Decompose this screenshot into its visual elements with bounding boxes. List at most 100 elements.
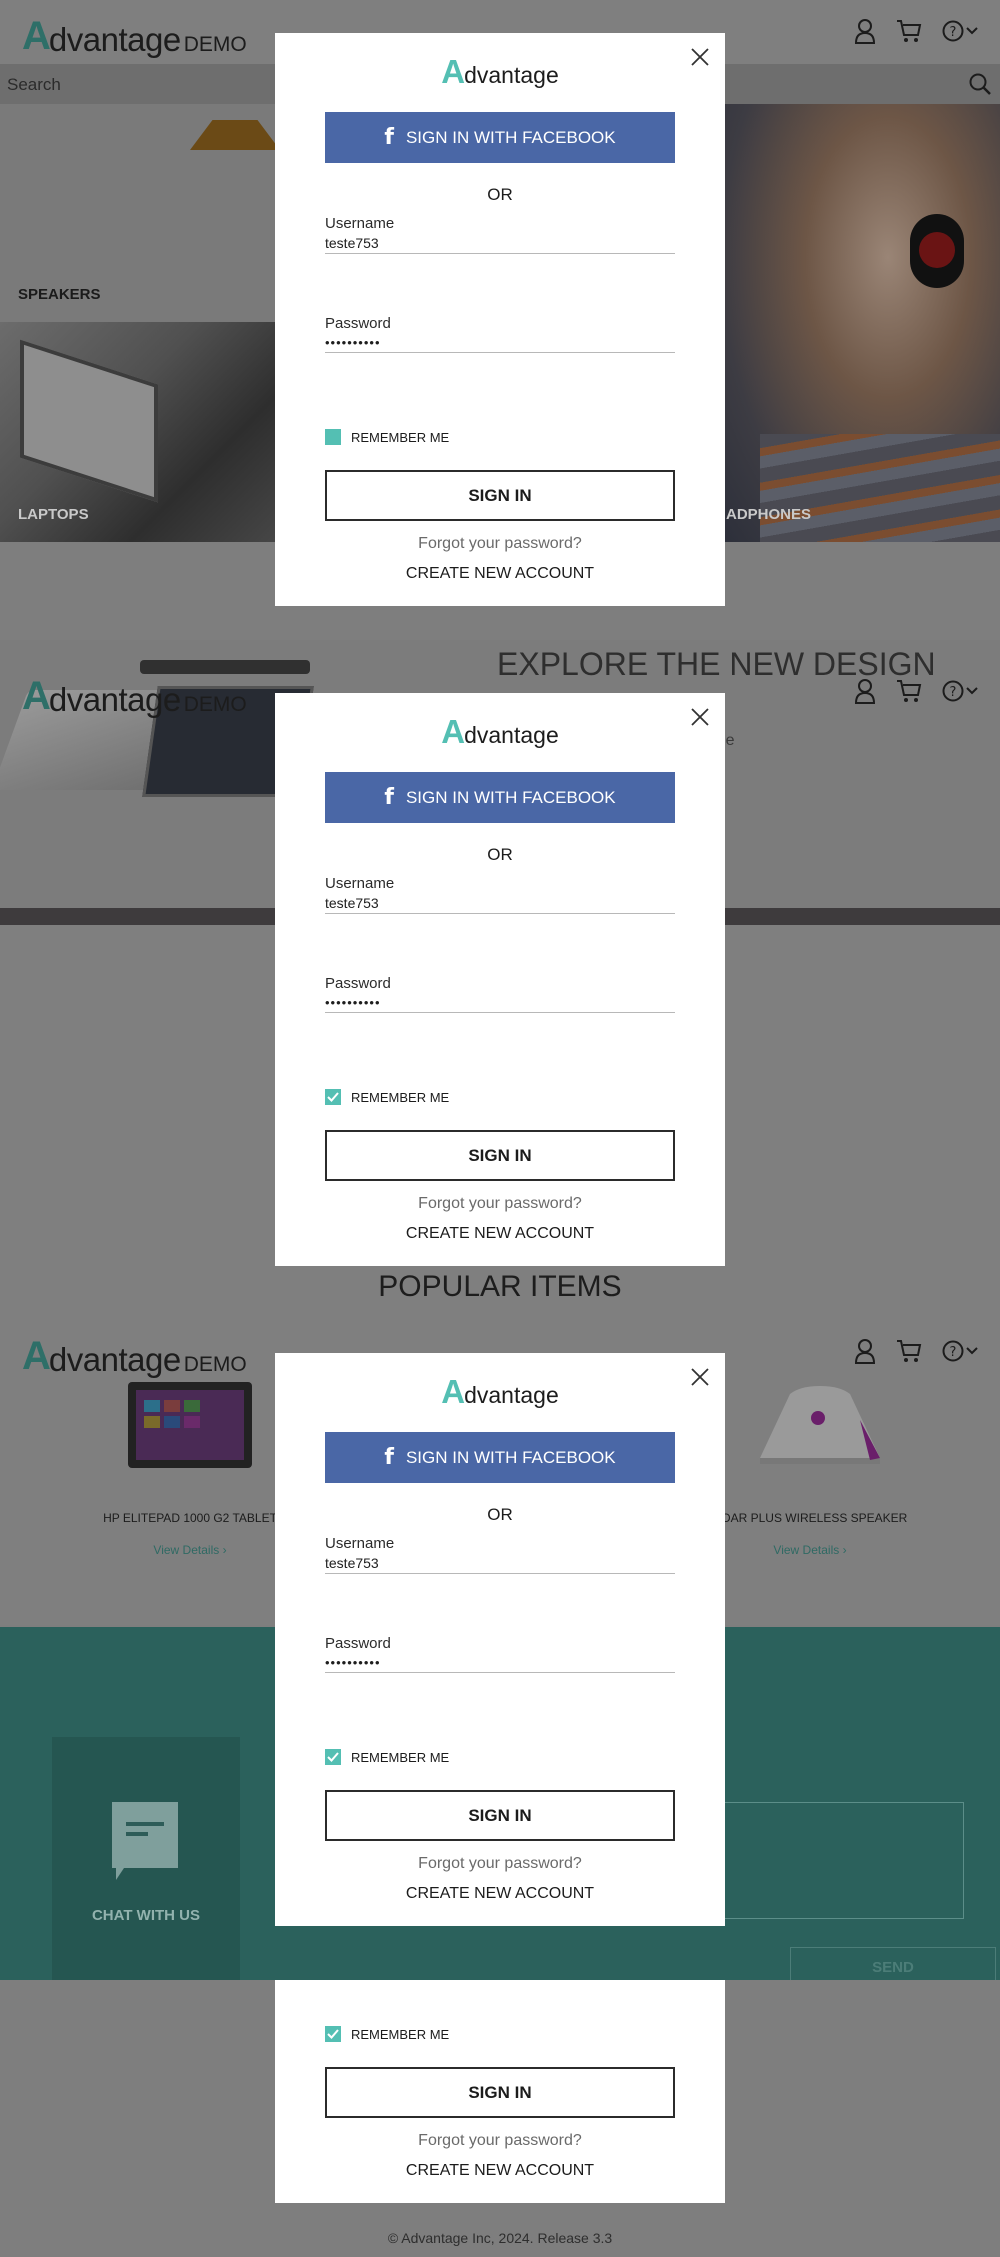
close-icon[interactable] [689, 46, 711, 68]
category-laptops[interactable]: LAPTOPS [18, 506, 89, 523]
remember-me-checkbox[interactable]: REMEMBER ME [325, 2026, 449, 2042]
create-account-link[interactable]: CREATE NEW ACCOUNT [275, 565, 725, 583]
username-input[interactable]: teste753 [325, 1555, 675, 1573]
modal-logo-mark: A [441, 1373, 466, 1410]
popular-items-title: POPULAR ITEMS [378, 1270, 622, 1303]
username-input[interactable]: teste753 [325, 895, 675, 913]
lamp-image [190, 120, 280, 150]
username-field[interactable]: Username teste753 [325, 215, 675, 254]
product-card[interactable]: ROAR PLUS WIRELESS SPEAKER View Details … [700, 1380, 920, 1557]
or-divider: OR [487, 185, 513, 204]
user-icon[interactable] [854, 18, 876, 44]
category-speakers[interactable]: SPEAKERS [18, 286, 101, 303]
product-card[interactable]: HP ELITEPAD 1000 G2 TABLET View Details … [80, 1380, 300, 1557]
checkbox-checked-icon[interactable] [325, 2026, 341, 2042]
category-headphones[interactable]: ADPHONES [726, 506, 811, 523]
password-field[interactable]: Password •••••••••• [325, 315, 675, 353]
facebook-signin-button[interactable]: f SIGN IN WITH FACEBOOK [325, 1432, 675, 1483]
close-icon[interactable] [689, 706, 711, 728]
remember-me-checkbox[interactable]: REMEMBER ME [325, 1089, 449, 1105]
tablet-image [128, 1382, 252, 1468]
logo[interactable]: Advantage DEMO [22, 8, 247, 56]
svg-text:?: ? [950, 1345, 957, 1360]
password-field[interactable]: Password •••••••••• [325, 1635, 675, 1673]
modal-logo-mark: A [441, 713, 466, 750]
speaker-image [760, 1386, 880, 1464]
checkbox-checked-icon[interactable] [325, 1089, 341, 1105]
sign-in-button[interactable]: SIGN IN [325, 1130, 675, 1181]
username-label: Username [325, 215, 395, 232]
username-field[interactable]: Username teste753 [325, 875, 675, 914]
remember-label: REMEMBER ME [351, 2026, 450, 2042]
chevron-down-icon [966, 27, 978, 35]
remember-label: REMEMBER ME [351, 1749, 450, 1765]
checkbox-unchecked[interactable] [325, 429, 341, 445]
forgot-password-link[interactable]: Forgot your password? [275, 535, 725, 553]
search-input[interactable]: Search [7, 75, 61, 95]
user-icon[interactable] [854, 678, 876, 704]
product-name[interactable]: HP ELITEPAD 1000 G2 TABLET [80, 1511, 300, 1525]
sign-in-button[interactable]: SIGN IN [325, 470, 675, 521]
logo-demo: DEMO [183, 1353, 247, 1376]
login-modal: Advantage f SIGN IN WITH FACEBOOK OR User… [275, 1353, 725, 1926]
logo-text: dvantage [48, 21, 181, 58]
chat-with-us[interactable]: CHAT WITH US [52, 1737, 240, 1980]
password-input[interactable]: •••••••••• [325, 335, 675, 352]
create-account-link[interactable]: CREATE NEW ACCOUNT [275, 1225, 725, 1243]
view-details-link[interactable]: View Details › [80, 1543, 300, 1557]
remember-me-checkbox[interactable]: REMEMBER ME [325, 429, 449, 445]
modal-logo: Advantage [275, 1375, 725, 1408]
search-icon[interactable] [968, 72, 992, 96]
facebook-icon: f [384, 125, 394, 150]
forgot-password-link[interactable]: Forgot your password? [275, 2132, 725, 2150]
help-icon: ? [942, 680, 964, 702]
chevron-down-icon [966, 687, 978, 695]
facebook-icon: f [384, 785, 394, 810]
close-icon[interactable] [689, 1366, 711, 1388]
cart-icon[interactable] [896, 19, 922, 43]
login-modal-fragment: REMEMBER ME SIGN IN Forgot your password… [275, 1980, 725, 2203]
page: Advantage DEMO ? Search SPEAKERS LAPTOPS … [0, 0, 1000, 2257]
chat-label: CHAT WITH US [91, 1907, 201, 1924]
forgot-password-link[interactable]: Forgot your password? [275, 1195, 725, 1213]
view-details-label: View Details [153, 1543, 220, 1557]
contact-message-field[interactable] [722, 1802, 964, 1919]
password-input[interactable]: •••••••••• [325, 1655, 675, 1672]
user-icon[interactable] [854, 1338, 876, 1364]
facebook-signin-button[interactable]: f SIGN IN WITH FACEBOOK [325, 772, 675, 823]
help-icon: ? [942, 20, 964, 42]
login-modal: Advantage f SIGN IN WITH FACEBOOK OR User… [275, 693, 725, 1266]
username-field[interactable]: Username teste753 [325, 1535, 675, 1574]
checkbox-checked-icon[interactable] [325, 1749, 341, 1765]
forgot-password-link[interactable]: Forgot your password? [275, 1855, 725, 1873]
help-menu[interactable]: ? [942, 1340, 978, 1362]
sign-in-button[interactable]: SIGN IN [325, 1790, 675, 1841]
remember-me-checkbox[interactable]: REMEMBER ME [325, 1749, 449, 1765]
copyright-text: © Advantage Inc, 2024. Release 3.3 [387, 2230, 613, 2246]
create-account-link[interactable]: CREATE NEW ACCOUNT [275, 1885, 725, 1903]
remember-label: REMEMBER ME [351, 1089, 450, 1105]
logo-demo: DEMO [183, 33, 247, 56]
logo-text: dvantage [48, 1341, 181, 1378]
product-name[interactable]: ROAR PLUS WIRELESS SPEAKER [700, 1511, 920, 1525]
username-label: Username [325, 875, 395, 892]
logo[interactable]: Advantage DEMO [22, 1328, 247, 1376]
logo[interactable]: Advantage DEMO [22, 668, 247, 716]
password-label: Password [325, 975, 391, 992]
headphones-image[interactable] [720, 104, 1000, 542]
help-menu[interactable]: ? [942, 680, 978, 702]
password-input[interactable]: •••••••••• [325, 995, 675, 1012]
help-menu[interactable]: ? [942, 20, 978, 42]
cart-icon[interactable] [896, 679, 922, 703]
chevron-right-icon: › [222, 1543, 227, 1557]
view-details-link[interactable]: View Details › [700, 1543, 920, 1557]
sign-in-button[interactable]: SIGN IN [325, 2067, 675, 2118]
password-field[interactable]: Password •••••••••• [325, 975, 675, 1013]
modal-logo: Advantage [275, 715, 725, 748]
facebook-label: SIGN IN WITH FACEBOOK [405, 127, 616, 147]
username-input[interactable]: teste753 [325, 235, 675, 253]
create-account-link[interactable]: CREATE NEW ACCOUNT [275, 2162, 725, 2180]
cart-icon[interactable] [896, 1339, 922, 1363]
facebook-signin-button[interactable]: f SIGN IN WITH FACEBOOK [325, 112, 675, 163]
logo-demo: DEMO [183, 693, 247, 716]
